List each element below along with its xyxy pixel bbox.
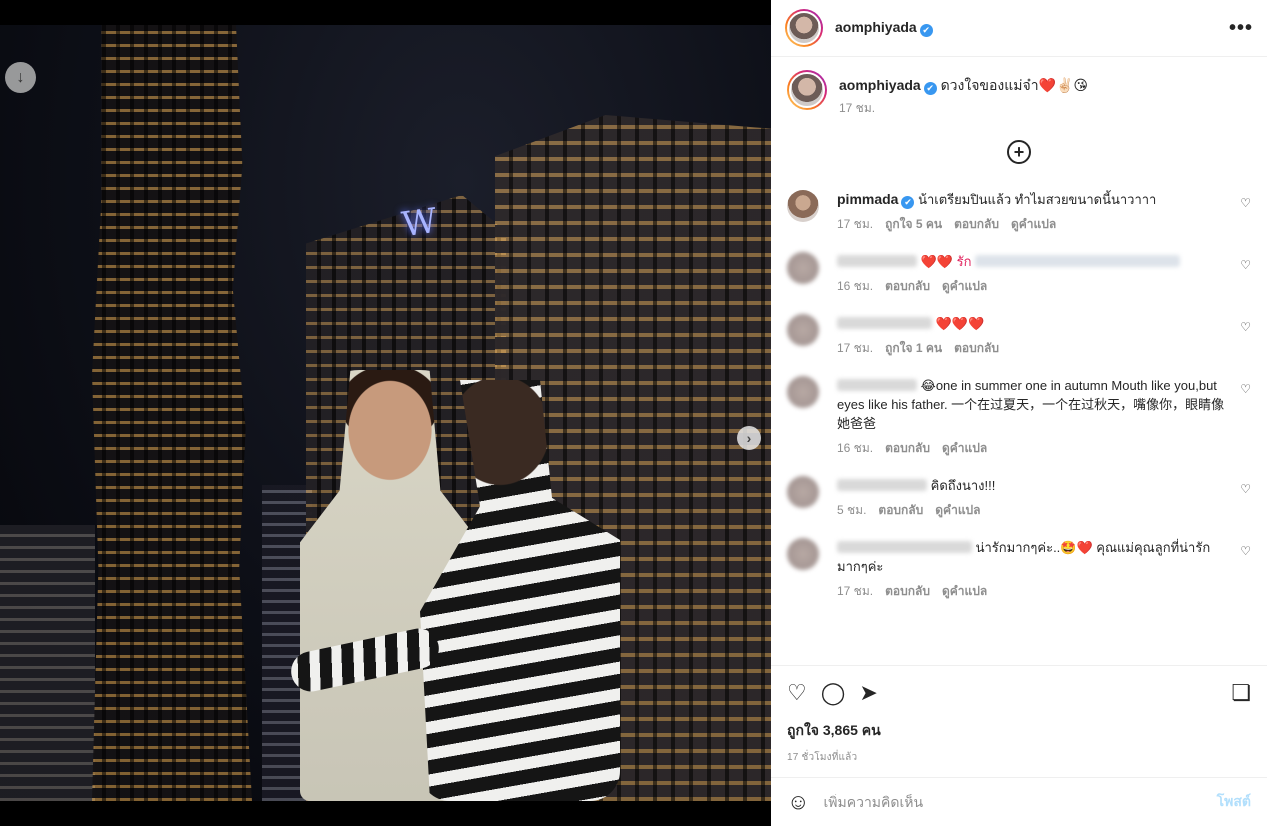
- more-options-icon[interactable]: •••: [1229, 17, 1253, 40]
- download-icon[interactable]: ↓: [5, 62, 36, 93]
- comment-text: ❤️❤️❤️: [935, 316, 985, 331]
- caption-username[interactable]: aomphiyada: [839, 77, 921, 93]
- translate-button[interactable]: ดูคำแปล: [942, 439, 987, 458]
- emoji-icon[interactable]: ☺: [787, 789, 809, 815]
- caption-text: ดวงใจของแม่จ๋า❤️✌🏻😘: [940, 77, 1089, 93]
- comment-avatar[interactable]: [787, 538, 819, 570]
- caption: aomphiyada ✔ ดวงใจของแม่จ๋า❤️✌🏻😘 17 ชม.: [787, 58, 1251, 118]
- building-left: [0, 525, 95, 801]
- comment: น่ารักมากๆค่ะ..🤩❤️ คุณแม่คุณลูกที่น่ารัก…: [787, 530, 1251, 611]
- comment-text: ❤️❤️ รัก: [920, 254, 972, 269]
- author-username[interactable]: aomphiyada ✔: [835, 19, 933, 37]
- comment-like-icon[interactable]: ♡: [1240, 196, 1251, 210]
- comment-time: 17 ชม.: [837, 341, 874, 355]
- comment-input[interactable]: [823, 794, 1203, 810]
- comment-like-icon[interactable]: ♡: [1240, 382, 1251, 396]
- comment-avatar[interactable]: [787, 190, 819, 222]
- comment-text: คิดถึงนาง!!!: [930, 478, 996, 493]
- comment: ❤️❤️ รัก 16 ชม. ตอบกลับ ดูคำแปล ♡: [787, 244, 1251, 306]
- comment-avatar[interactable]: [787, 476, 819, 508]
- reply-button[interactable]: ตอบกลับ: [885, 439, 930, 458]
- comment-likes[interactable]: ถูกใจ 5 คน: [885, 215, 942, 234]
- reply-button[interactable]: ตอบกลับ: [885, 582, 930, 601]
- next-slide-icon[interactable]: ›: [737, 426, 761, 450]
- caption-time: 17 ชม.: [839, 101, 876, 115]
- verified-icon: ✔: [901, 196, 915, 209]
- comments-list: aomphiyada ✔ ดวงใจของแม่จ๋า❤️✌🏻😘 17 ชม. +…: [771, 58, 1267, 665]
- comment-avatar[interactable]: [787, 376, 819, 408]
- comment-username[interactable]: pimmada: [837, 191, 898, 207]
- share-icon[interactable]: ➤: [859, 682, 877, 704]
- likes-count[interactable]: ถูกใจ 3,865 คน: [787, 720, 1251, 742]
- comment-like-icon[interactable]: ♡: [1240, 482, 1251, 496]
- comment-likes[interactable]: ถูกใจ 1 คน: [885, 339, 942, 358]
- comment-username-blurred[interactable]: [837, 541, 972, 553]
- like-icon[interactable]: ♡: [787, 682, 807, 704]
- comment-text: น้าเตรียมปินแล้ว ทำไมสวยขนาดนี้นาวาาา: [918, 192, 1157, 207]
- load-more-comments-icon[interactable]: +: [1007, 140, 1031, 164]
- comment-username-blurred[interactable]: [837, 379, 917, 391]
- comment-time: 5 ชม.: [837, 503, 867, 517]
- comment-time: 16 ชม.: [837, 441, 874, 455]
- reply-button[interactable]: ตอบกลับ: [878, 501, 923, 520]
- reply-button[interactable]: ตอบกลับ: [954, 339, 999, 358]
- reply-button[interactable]: ตอบกลับ: [954, 215, 999, 234]
- verified-icon: ✔: [923, 82, 937, 95]
- comment-icon[interactable]: ◯: [821, 682, 846, 704]
- comment: คิดถึงนาง!!! 5 ชม. ตอบกลับ ดูคำแปล ♡: [787, 468, 1251, 530]
- caption-avatar[interactable]: [787, 70, 827, 110]
- bookmark-icon[interactable]: ❏: [1231, 682, 1251, 704]
- post-comment-button[interactable]: โพสต์: [1217, 791, 1251, 813]
- comment: 😂one in summer one in autumn Mouth like …: [787, 368, 1251, 468]
- comment: pimmada ✔ น้าเตรียมปินแล้ว ทำไมสวยขนาดนี้…: [787, 182, 1251, 244]
- comment-link-blurred[interactable]: [975, 255, 1181, 267]
- comment-time: 17 ชม.: [837, 217, 874, 231]
- comment-avatar[interactable]: [787, 314, 819, 346]
- comment-like-icon[interactable]: ♡: [1240, 544, 1251, 558]
- post-panel: aomphiyada ✔ ••• aomphiyada ✔ ดวงใจของแม่จ…: [771, 0, 1267, 826]
- building-tower: [92, 25, 252, 801]
- comment: ❤️❤️❤️ 17 ชม. ถูกใจ 1 คน ตอบกลับ ♡: [787, 306, 1251, 368]
- post-photo[interactable]: W ↓ ›: [0, 25, 771, 801]
- add-comment-bar: ☺ โพสต์: [771, 777, 1267, 826]
- author-avatar[interactable]: [785, 9, 823, 47]
- post-time: 17 ชั่วโมงที่แล้ว: [787, 752, 858, 763]
- comment-username-blurred[interactable]: [837, 255, 917, 267]
- action-bar: ♡ ◯ ➤ ❏: [787, 676, 1251, 710]
- verified-icon: ✔: [919, 24, 933, 37]
- w-hotel-logo: W: [399, 200, 440, 246]
- comment-like-icon[interactable]: ♡: [1240, 258, 1251, 272]
- translate-button[interactable]: ดูคำแปล: [942, 582, 987, 601]
- comment-username-blurred[interactable]: [837, 479, 927, 491]
- comment-time: 17 ชม.: [837, 584, 874, 598]
- translate-button[interactable]: ดูคำแปล: [1011, 215, 1056, 234]
- translate-button[interactable]: ดูคำแปล: [935, 501, 980, 520]
- comment-like-icon[interactable]: ♡: [1240, 320, 1251, 334]
- comment-avatar[interactable]: [787, 252, 819, 284]
- post-actions-section: ♡ ◯ ➤ ❏ ถูกใจ 3,865 คน 17 ชั่วโมงที่แล้ว: [771, 665, 1267, 765]
- reply-button[interactable]: ตอบกลับ: [885, 277, 930, 296]
- translate-button[interactable]: ดูคำแปล: [942, 277, 987, 296]
- comment-username-blurred[interactable]: [837, 317, 932, 329]
- comment-time: 16 ชม.: [837, 279, 874, 293]
- post-header: aomphiyada ✔ •••: [771, 0, 1267, 57]
